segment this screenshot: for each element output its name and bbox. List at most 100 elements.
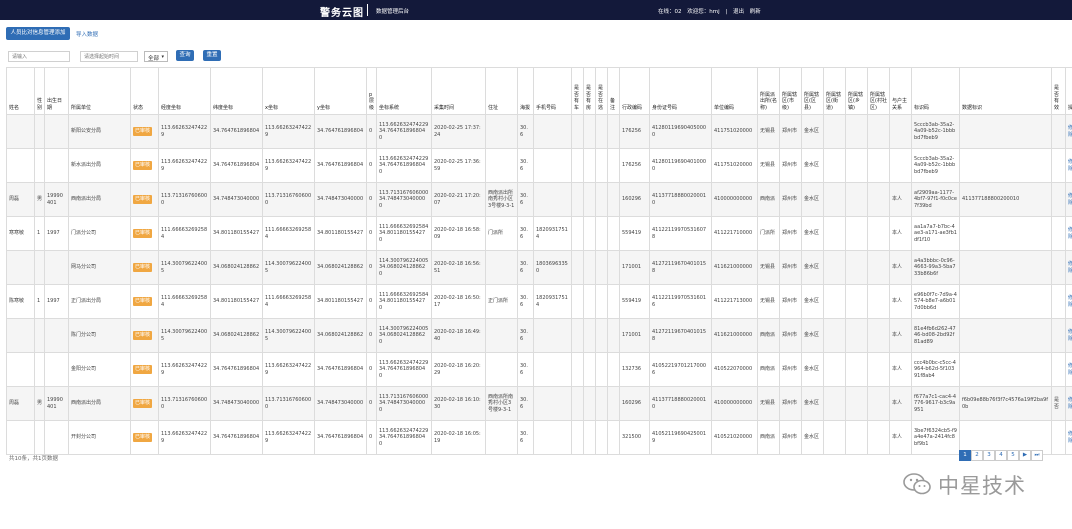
table-cell bbox=[845, 386, 868, 421]
next-page-icon[interactable]: ▶ bbox=[1019, 450, 1031, 461]
table-cell bbox=[845, 182, 868, 217]
table-cell bbox=[533, 148, 572, 183]
add-record-button[interactable]: 人员比对信息管理添加 bbox=[6, 27, 70, 40]
row-action-links[interactable]: 修改|删除 bbox=[1068, 329, 1072, 342]
table-cell: 西南派出分局 bbox=[68, 386, 131, 421]
table-cell: 门派所 bbox=[757, 216, 780, 251]
column-header: 行政编码 bbox=[619, 67, 650, 115]
date-range-input[interactable] bbox=[80, 51, 138, 62]
table-cell bbox=[583, 114, 596, 149]
row-action-links[interactable]: 修改|删除 bbox=[1068, 125, 1072, 138]
page-3-button[interactable]: 3 bbox=[983, 450, 995, 461]
wechat-icon bbox=[903, 473, 931, 495]
table-cell bbox=[959, 148, 1052, 183]
page-2-button[interactable]: 2 bbox=[971, 450, 983, 461]
table-cell: 金水区 bbox=[801, 148, 824, 183]
status-badge: 已审核 bbox=[133, 365, 153, 374]
table-cell: 34.764761896804 bbox=[314, 420, 367, 455]
table-cell: 30.6 bbox=[517, 148, 534, 183]
table-cell: 113.713167606000 bbox=[158, 182, 211, 217]
table-cell bbox=[845, 352, 868, 387]
table-cell bbox=[607, 114, 620, 149]
status-badge: 已审核 bbox=[133, 297, 153, 306]
table-cell bbox=[607, 148, 620, 183]
table-cell bbox=[1051, 318, 1066, 353]
table-cell: 113.713167606000 34.748473040000 0 bbox=[376, 386, 432, 421]
table-cell bbox=[44, 318, 69, 353]
table-cell: 郑州市 bbox=[779, 182, 802, 217]
user-info[interactable]: 在线：02 欢迎您：hmj | 退出 刷新 bbox=[658, 7, 761, 15]
search-input[interactable] bbox=[8, 51, 70, 62]
table-cell bbox=[571, 284, 584, 319]
table-cell: 114.300796224005 bbox=[158, 318, 211, 353]
table-cell: 412801196904010000 bbox=[649, 148, 712, 183]
table-cell: 0 bbox=[366, 148, 377, 183]
column-header: 所属辖区(村社区) bbox=[867, 67, 890, 115]
table-cell bbox=[6, 318, 35, 353]
page-4-button[interactable]: 4 bbox=[995, 450, 1007, 461]
table-cell: 114.300796224005 bbox=[158, 250, 211, 285]
table-cell bbox=[823, 216, 846, 251]
status-badge: 已审核 bbox=[133, 433, 153, 442]
table-cell bbox=[959, 216, 1052, 251]
table-row: 陈门分公司 已审核 114.300796224005 34.068024128862 1… bbox=[6, 318, 1072, 353]
row-action-links[interactable]: 修改|删除 bbox=[1068, 431, 1072, 444]
row-action-links[interactable]: 修改|删除 bbox=[1068, 193, 1072, 206]
chevron-down-icon: ▾ bbox=[161, 54, 164, 60]
table-cell: 34.748473040000 bbox=[314, 386, 367, 421]
column-header: 与户主关系 bbox=[889, 67, 912, 115]
table-cell: 34.764761896804 bbox=[210, 114, 263, 149]
table-cell bbox=[583, 216, 596, 251]
column-header: y坐标 bbox=[314, 67, 367, 115]
page-5-button[interactable]: 5 bbox=[1007, 450, 1019, 461]
page-1-button[interactable]: 1 bbox=[959, 450, 971, 461]
row-action-links[interactable]: 修改|删除 bbox=[1068, 295, 1072, 308]
table-cell: 30.6 bbox=[517, 216, 534, 251]
table-cell bbox=[485, 114, 518, 149]
table-cell bbox=[823, 318, 846, 353]
table-cell bbox=[607, 216, 620, 251]
table-cell bbox=[533, 386, 572, 421]
table-cell: 无锡县 bbox=[757, 114, 780, 149]
table-cell: 160296 bbox=[619, 182, 650, 217]
row-action-links[interactable]: 修改|删除 bbox=[1068, 227, 1072, 240]
table-cell: 411221199705316078 bbox=[649, 216, 712, 251]
row-action-links[interactable]: 修改|删除 bbox=[1068, 363, 1072, 376]
table-cell bbox=[485, 420, 518, 455]
reset-button[interactable]: 重置 bbox=[203, 50, 221, 61]
table-cell: 0 bbox=[366, 284, 377, 319]
table-cell: 本人 bbox=[889, 420, 912, 455]
table-cell: 1997 bbox=[44, 284, 69, 319]
table-cell bbox=[571, 148, 584, 183]
row-action-links[interactable]: 修改|删除 bbox=[1068, 159, 1072, 172]
column-header: x坐标 bbox=[262, 67, 315, 115]
table-cell: 1 bbox=[34, 216, 45, 251]
table-row: 开封分公司 已审核 113.662632474229 34.764761896804 1… bbox=[6, 420, 1072, 455]
table-cell: 321500 bbox=[619, 420, 650, 455]
table-cell bbox=[6, 148, 35, 183]
table-cell bbox=[6, 352, 35, 387]
table-cell: 34.764761896804 bbox=[210, 420, 263, 455]
table-cell: 5cccb3ab-35a2-4a09-b52c-1bbbbd7fbeb9 bbox=[911, 148, 960, 183]
row-action-links[interactable]: 修改|删除 bbox=[1068, 397, 1072, 410]
table-cell: 本人 bbox=[889, 318, 912, 353]
row-actions: 修改|删除 bbox=[1065, 182, 1072, 217]
table-cell: 陈寒敏 bbox=[6, 284, 35, 319]
table-cell: 111.666632692584 bbox=[158, 216, 211, 251]
row-action-links[interactable]: 修改|删除 bbox=[1068, 261, 1072, 274]
table-cell bbox=[595, 386, 608, 421]
table-cell: 金水区 bbox=[801, 420, 824, 455]
table-cell: 周磊 bbox=[6, 182, 35, 217]
last-page-icon[interactable]: ⏭ bbox=[1031, 450, 1043, 461]
table-cell bbox=[485, 250, 518, 285]
table-cell bbox=[845, 284, 868, 319]
import-data-link[interactable]: 导入数据 bbox=[76, 30, 98, 38]
status-badge: 已审核 bbox=[133, 161, 153, 170]
status-select[interactable]: 全部 ▾ bbox=[144, 51, 168, 62]
table-cell: 已审核 bbox=[130, 352, 159, 387]
query-button[interactable]: 查询 bbox=[176, 50, 194, 61]
table-cell bbox=[867, 284, 890, 319]
table-cell: 门派所 bbox=[485, 216, 518, 251]
table-cell bbox=[583, 318, 596, 353]
table-cell: 113.713167606000 34.748473040000 0 bbox=[376, 182, 432, 217]
